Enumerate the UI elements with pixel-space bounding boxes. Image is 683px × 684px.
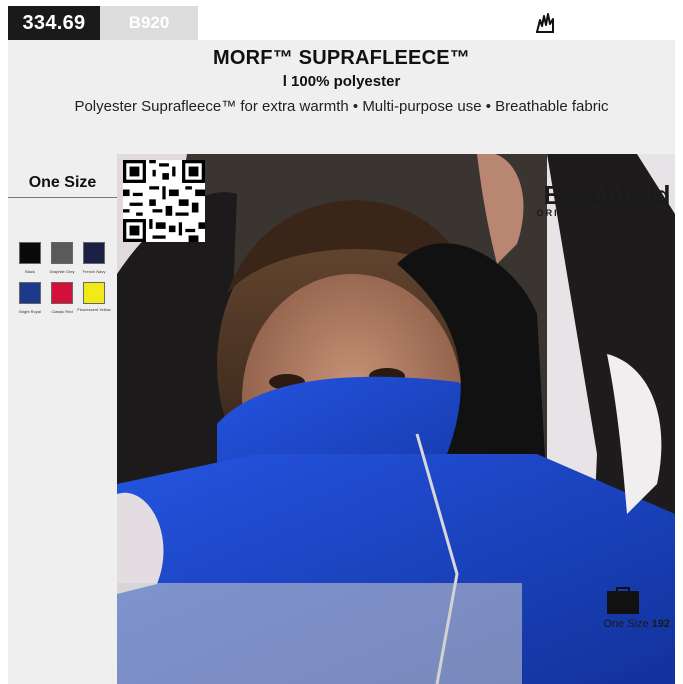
size-footer-count: 192 xyxy=(651,618,670,630)
size-footer: One Size 192 xyxy=(575,618,670,630)
product-code: 334.69 xyxy=(8,6,100,40)
divider xyxy=(8,197,117,198)
product-header: MORF™ SUPRAFLEECE™ l 100% polyester Poly… xyxy=(8,40,675,154)
options-column: One Size Black Graphite Grey French Navy… xyxy=(8,154,117,684)
size-footer-label: One Size xyxy=(603,618,649,630)
product-title: MORF™ SUPRAFLEECE™ xyxy=(213,47,470,69)
color-swatch[interactable] xyxy=(83,282,105,304)
color-swatch[interactable] xyxy=(19,282,41,304)
fire-icon xyxy=(536,13,554,33)
product-sku: B920 xyxy=(100,6,198,40)
color-swatch-label: Fluorescent Yellow xyxy=(77,307,111,312)
top-bar: 334.69 B920 xyxy=(8,6,675,40)
brand-logo: Beechfield ORIGINAL HEADWEAR xyxy=(515,180,671,218)
bag-icon xyxy=(607,587,639,614)
info-overlay xyxy=(117,583,522,684)
brand-name: Beechfield xyxy=(543,180,671,210)
product-features: Polyester Suprafleece™ for extra warmth … xyxy=(74,98,609,115)
color-swatch[interactable] xyxy=(51,242,73,264)
size-label: One Size xyxy=(28,174,97,191)
color-swatch[interactable] xyxy=(83,242,105,264)
qr-code[interactable] xyxy=(123,160,205,242)
color-swatch[interactable] xyxy=(51,282,73,304)
product-material: l 100% polyester xyxy=(282,73,401,90)
color-swatch-label: French Navy xyxy=(82,269,106,274)
color-swatch[interactable] xyxy=(19,242,41,264)
brand-tagline: ORIGINAL HEADWEAR xyxy=(536,208,670,218)
